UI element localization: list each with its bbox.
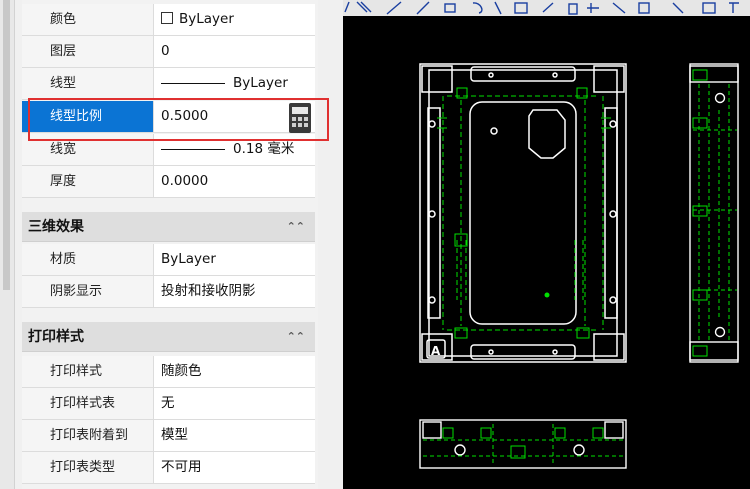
prop-value[interactable]: 0.0000 (156, 166, 315, 197)
section-title: 三维效果 (28, 219, 84, 235)
prop-row-color[interactable]: 颜色 ByLayer (22, 4, 315, 36)
prop-value[interactable]: ByLayer (156, 244, 315, 275)
prop-label: 图层 (22, 36, 154, 67)
prop-label: 打印表类型 (22, 452, 154, 483)
prop-row-plot-style[interactable]: 打印样式 随颜色 (22, 356, 315, 388)
prop-label: 材质 (22, 244, 154, 275)
prop-row-shadow-display[interactable]: 阴影显示 投射和接收阴影 (22, 276, 315, 308)
prop-value[interactable]: 随颜色 (156, 356, 315, 387)
prop-label: 线型 (22, 68, 154, 99)
red-highlight-box (28, 98, 329, 141)
left-scrollbar[interactable] (0, 0, 15, 489)
cad-drawing: A (419, 63, 739, 469)
section-header-plot-style[interactable]: 打印样式 ⌃⌃ (22, 322, 315, 352)
prop-row-plot-style-table[interactable]: 打印样式表 无 (22, 388, 315, 420)
prop-row-material[interactable]: 材质 ByLayer (22, 244, 315, 276)
prop-value[interactable]: 0 (156, 36, 315, 67)
prop-label: 打印表附着到 (22, 420, 154, 451)
prop-label: 打印样式 (22, 356, 154, 387)
cad-point (544, 292, 550, 298)
section-header-3d-effects[interactable]: 三维效果 ⌃⌃ (22, 212, 315, 242)
title-block-letter: A (431, 344, 441, 358)
prop-row-plot-table-type[interactable]: 打印表类型 不可用 (22, 452, 315, 484)
drawing-canvas[interactable]: A (343, 0, 750, 489)
collapse-icon[interactable]: ⌃⌃ (287, 212, 305, 242)
prop-row-plot-table-attached[interactable]: 打印表附着到 模型 (22, 420, 315, 452)
prop-row-linetype[interactable]: 线型 ByLayer (22, 68, 315, 100)
prop-value[interactable]: 不可用 (156, 452, 315, 483)
collapse-icon[interactable]: ⌃⌃ (287, 322, 305, 352)
prop-row-layer[interactable]: 图层 0 (22, 36, 315, 68)
prop-value[interactable]: 投射和接收阴影 (156, 276, 315, 307)
scrollbar-thumb[interactable] (3, 0, 10, 290)
section-title: 打印样式 (28, 329, 84, 345)
lineweight-sample (161, 148, 225, 150)
prop-label: 打印样式表 (22, 388, 154, 419)
color-swatch-icon (161, 12, 173, 24)
lineweight-value: 0.18 毫米 (233, 141, 295, 157)
prop-value[interactable]: 无 (156, 388, 315, 419)
color-value: ByLayer (179, 11, 234, 27)
linetype-sample (161, 82, 225, 84)
prop-row-thickness[interactable]: 厚度 0.0000 (22, 166, 315, 198)
prop-label: 阴影显示 (22, 276, 154, 307)
prop-label: 厚度 (22, 166, 154, 197)
linetype-value: ByLayer (233, 75, 288, 91)
prop-value[interactable]: ByLayer (156, 4, 315, 35)
prop-label: 颜色 (22, 4, 154, 35)
prop-value[interactable]: 模型 (156, 420, 315, 451)
prop-value[interactable]: ByLayer (156, 68, 315, 99)
